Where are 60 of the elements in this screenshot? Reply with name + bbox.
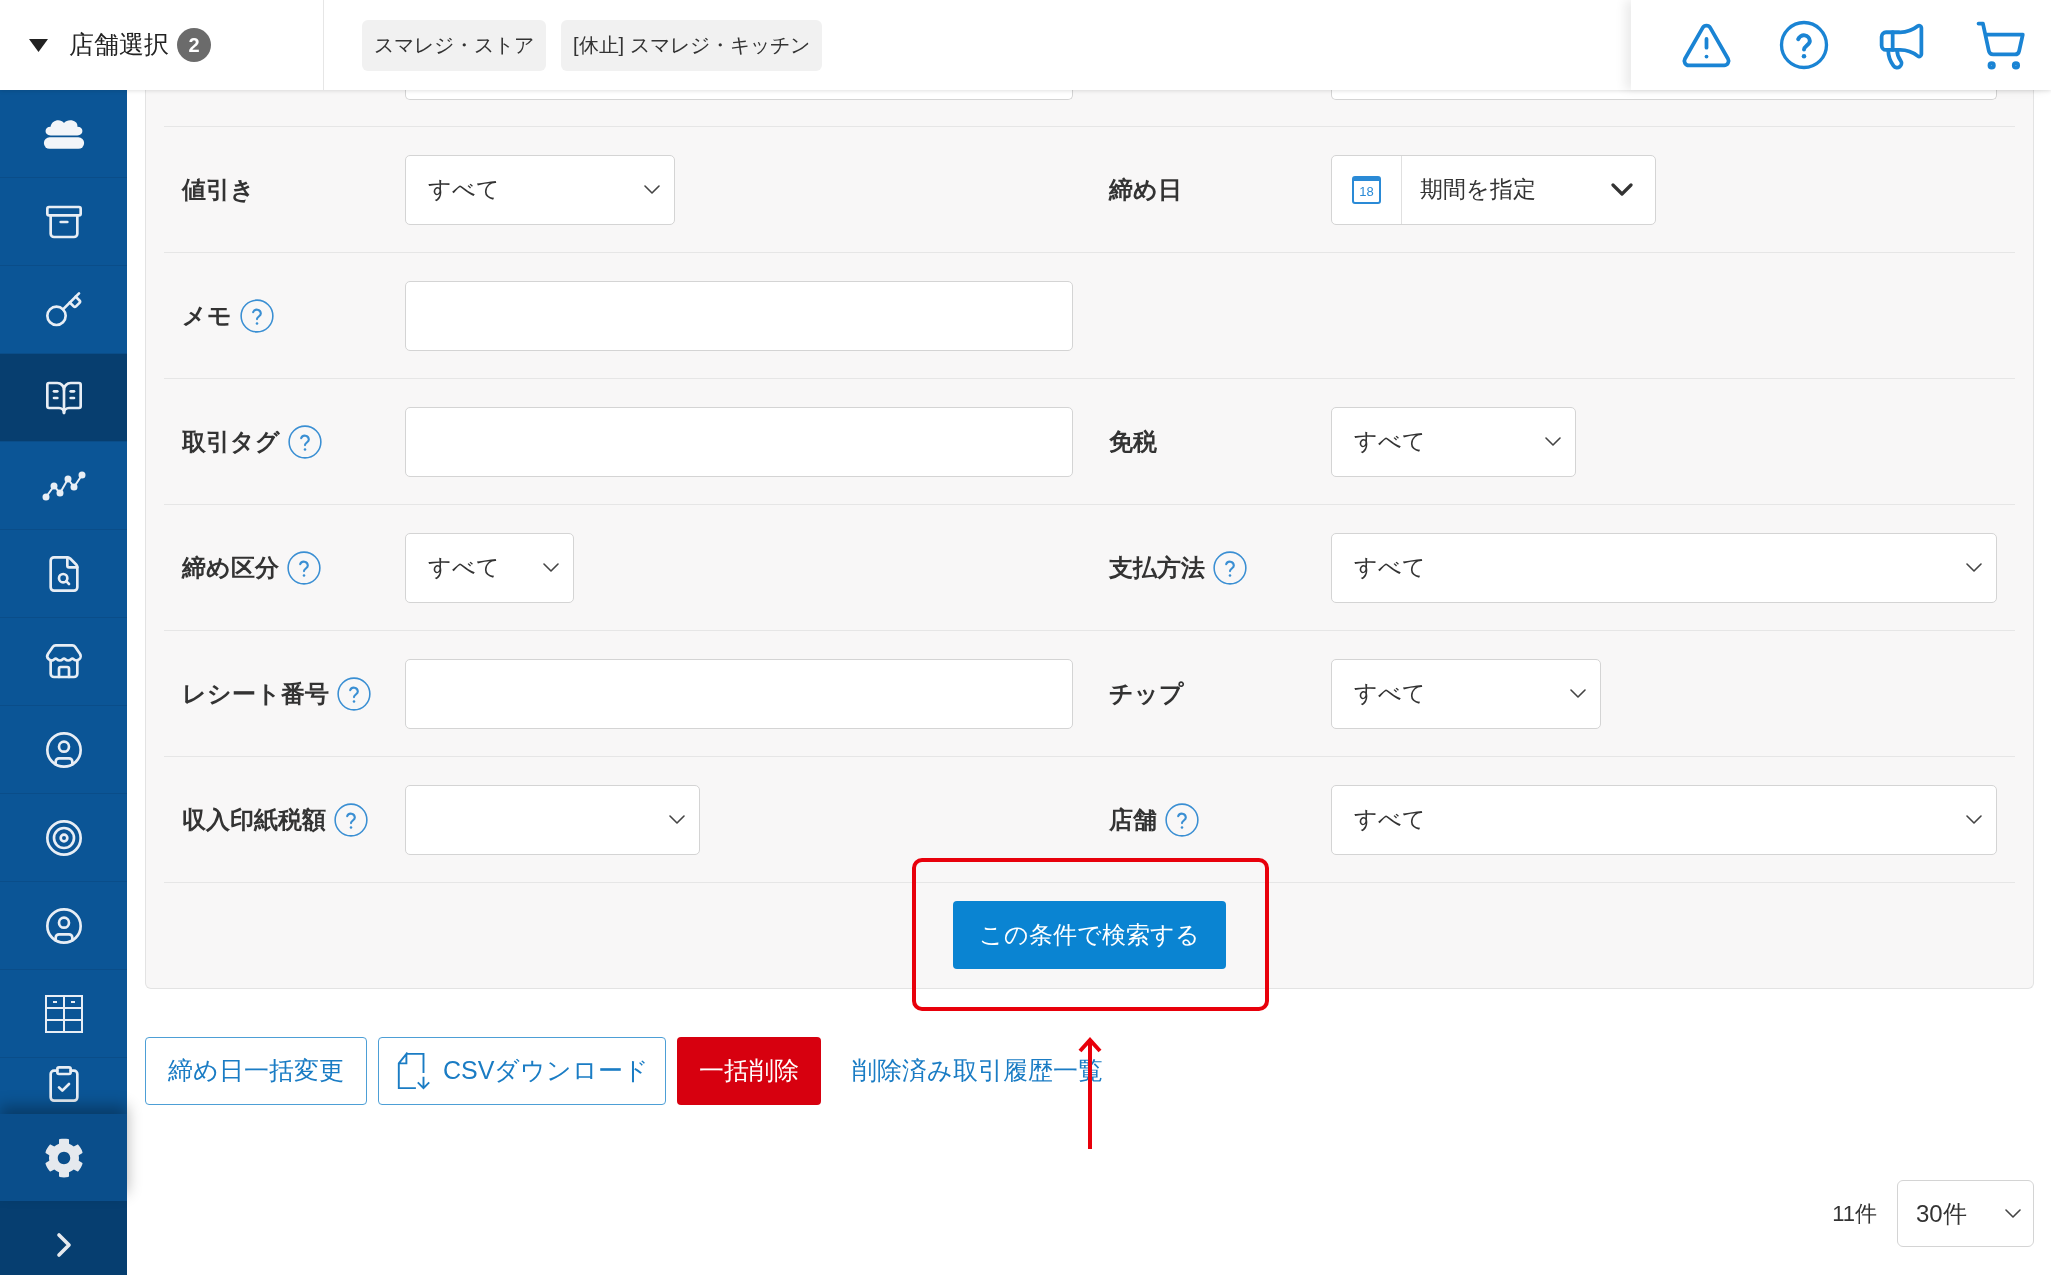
count-badge: 2 [177, 28, 211, 62]
chevron-down-icon [644, 185, 660, 194]
field-label: 締め区分 [182, 552, 279, 583]
search-button[interactable]: この条件で検索する [953, 901, 1226, 969]
chevron-down-icon [1966, 563, 1982, 572]
field-label: 締め日 [1109, 174, 1182, 205]
chevron-down-icon [2005, 1209, 2021, 1218]
field-label: チップ [1109, 678, 1184, 709]
user-circle-icon [43, 729, 84, 770]
dropdown[interactable]: すべて [405, 154, 675, 225]
csv-download-button[interactable]: CSVダウンロード [378, 1037, 667, 1105]
dropdown[interactable]: すべて [1331, 784, 1997, 855]
chevron-down-icon [1966, 815, 1982, 824]
help-icon[interactable] [288, 424, 322, 459]
dropdown[interactable]: すべて [1331, 406, 1576, 477]
chevron-down-icon [669, 815, 685, 824]
bulk-change-button[interactable]: 締め日一括変更 [145, 1037, 367, 1105]
field-label: 取引タグ [182, 426, 280, 457]
field-label: 免税 [1109, 426, 1157, 457]
grid-icon [43, 993, 84, 1034]
dropdown[interactable]: すべて [405, 532, 574, 603]
dropdown[interactable]: すべて [1331, 658, 1601, 729]
date-range-dropdown[interactable]: 18 期間を指定 [1331, 154, 1656, 225]
settings-button[interactable] [0, 1114, 127, 1201]
text-field[interactable] [405, 280, 1073, 351]
user-circle-icon [43, 905, 84, 946]
chevron-down-icon [1570, 689, 1586, 698]
text-field[interactable] [405, 658, 1073, 729]
calendar-icon: 18 [1352, 175, 1381, 204]
help-icon[interactable] [240, 298, 274, 333]
field-label: 支払方法 [1109, 552, 1205, 583]
target-icon [43, 817, 84, 858]
field-label: レシート番号 [182, 678, 329, 709]
input-field[interactable] [405, 90, 1073, 100]
store-chip: スマレジ・ストア [362, 19, 546, 71]
bulk-delete-button[interactable]: 一括削除 [677, 1037, 822, 1105]
settings-icon [43, 1137, 84, 1178]
result-count: 11件 [1832, 1200, 1877, 1228]
text-field[interactable] [405, 406, 1073, 477]
field-label: 店舗 [1109, 804, 1157, 835]
store-select-label[interactable]: 店舗選択 [69, 26, 169, 64]
help-icon[interactable] [337, 676, 371, 711]
help-icon[interactable] [334, 802, 368, 837]
store-chip: [休止] スマレジ・キッチン [561, 19, 822, 71]
chevron-down-icon [1611, 183, 1633, 196]
help-icon[interactable] [287, 550, 321, 585]
sidebar-item[interactable] [0, 354, 127, 442]
page-size-dropdown[interactable]: 30件 [1897, 1180, 2034, 1247]
chevron-down-icon [543, 563, 559, 572]
help-icon[interactable] [1165, 802, 1199, 837]
field-label: 値引き [182, 174, 255, 205]
help-icon[interactable] [1779, 20, 1829, 70]
field-label: メモ [182, 300, 232, 331]
dropdown[interactable]: すべて [1331, 532, 1997, 603]
line-chart-icon [41, 470, 86, 501]
chevron-down-icon [1545, 437, 1561, 446]
caret-down-icon[interactable] [29, 38, 48, 52]
field-label: 収入印紙税額 [182, 804, 326, 835]
help-icon[interactable] [1213, 550, 1247, 585]
input-field[interactable] [1331, 90, 1997, 100]
